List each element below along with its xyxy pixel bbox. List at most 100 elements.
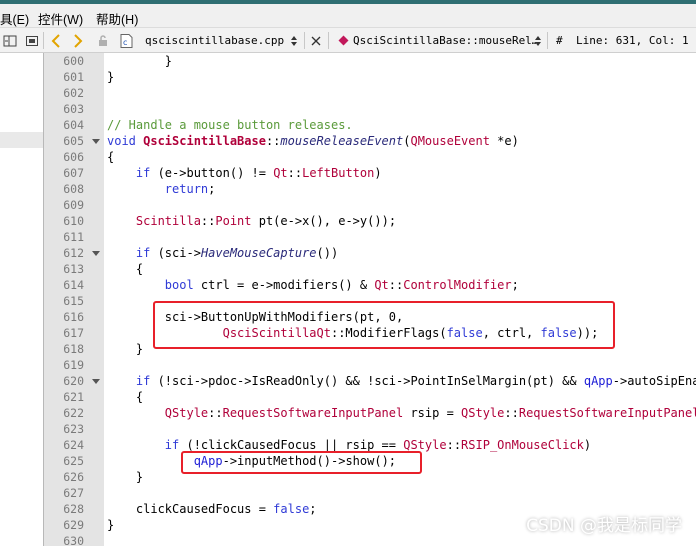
code-token: (!clickCausedFocus || rsip == — [186, 438, 404, 452]
code-token: } — [107, 342, 144, 356]
fold-marker-icon[interactable] — [92, 139, 100, 144]
code-token: IsReadOnly — [251, 374, 324, 388]
code-token: () && !sci-> — [323, 374, 411, 388]
code-token: (e-> — [157, 166, 187, 180]
code-line: return; — [107, 181, 216, 197]
line-number: 615 — [63, 294, 84, 308]
line-number: 600 — [63, 54, 84, 68]
line-number: 627 — [63, 486, 84, 500]
code-token: HaveMouseCapture — [200, 246, 317, 260]
code-token: QsciScintillaBase — [143, 134, 266, 148]
code-token: if — [107, 166, 158, 180]
code-line: bool ctrl = e->modifiers() & Qt::Control… — [107, 277, 519, 293]
code-token: QStyle — [461, 406, 505, 420]
line-number: 607 — [63, 166, 84, 180]
line-number: 619 — [63, 358, 84, 372]
line-number: 611 — [63, 230, 84, 244]
cpp-file-icon: c — [116, 28, 136, 53]
fold-marker-icon[interactable] — [92, 251, 100, 256]
symbol-function-icon — [335, 28, 351, 53]
highlight-box-buttonup — [153, 301, 615, 349]
line-number: 618 — [63, 342, 84, 356]
code-token: pt(e-> — [258, 214, 303, 228]
line-number: 606 — [63, 150, 84, 164]
code-token: ) — [374, 166, 382, 180]
code-line: { — [107, 149, 114, 165]
panel-icon[interactable] — [22, 28, 42, 53]
code-token: (sci-> — [157, 246, 201, 260]
code-token: (!sci->pdoc-> — [157, 374, 252, 388]
fold-marker-icon[interactable] — [92, 379, 100, 384]
line-number: 613 — [63, 262, 84, 276]
current-symbol-name[interactable]: QsciScintillaBase::mouseRel… — [353, 34, 538, 47]
line-number: 614 — [63, 278, 84, 292]
csdn-watermark: CSDN @我是标同学 — [526, 516, 682, 536]
highlight-box-inputmethod — [181, 451, 422, 474]
symbol-dropdown-updown-icon[interactable] — [531, 28, 545, 53]
left-side-panel — [0, 53, 44, 546]
toolbar-divider — [43, 32, 44, 49]
line-number: 622 — [63, 406, 84, 420]
menu-tools[interactable]: 具(E) — [0, 9, 29, 28]
code-token: { — [107, 390, 144, 404]
code-line: } — [107, 53, 172, 69]
current-file-name[interactable]: qsciscintillabase.cpp — [145, 34, 284, 47]
code-token: } — [107, 470, 144, 484]
code-token: QStyle — [403, 438, 447, 452]
code-token: *e) — [489, 134, 519, 148]
svg-text:c: c — [123, 38, 127, 47]
cursor-position[interactable]: Line: 631, Col: 1 — [576, 34, 689, 47]
close-icon[interactable] — [307, 28, 325, 53]
code-token: :: — [208, 406, 223, 420]
line-number: 604 — [63, 118, 84, 132]
code-token: :: — [287, 166, 303, 180]
code-token: (), e-> — [309, 214, 360, 228]
code-token: RequestSoftwareInputPanel( — [518, 406, 696, 420]
back-arrow-icon[interactable] — [46, 28, 66, 53]
line-number: 610 — [63, 214, 84, 228]
code-token: :: — [504, 406, 519, 420]
lock-icon[interactable] — [94, 28, 112, 53]
toolbar-divider — [304, 32, 305, 49]
menu-widgets[interactable]: 控件(W) — [38, 9, 83, 28]
code-token: Qt — [374, 278, 389, 292]
code-token: void — [107, 134, 144, 148]
code-token: ; — [309, 502, 317, 516]
code-line: if (e->button() != Qt::LeftButton) — [107, 165, 382, 181]
code-token: false — [273, 502, 310, 516]
code-token: // Handle a mouse button releases. — [107, 118, 353, 132]
code-line: if (sci->HaveMouseCapture()) — [107, 245, 338, 261]
code-token: ->autoSipEnab — [612, 374, 696, 388]
code-line: Scintilla::Point pt(e->x(), e->y()); — [107, 213, 396, 229]
code-token: clickCausedFocus = — [107, 502, 274, 516]
forward-arrow-icon[interactable] — [68, 28, 88, 53]
code-token: modifiers — [273, 278, 339, 292]
code-token: { — [107, 150, 115, 164]
code-token: QStyle — [107, 406, 209, 420]
code-token: mouseReleaseEvent — [280, 134, 404, 148]
code-token: (pt) && — [526, 374, 584, 388]
code-token: return — [107, 182, 209, 196]
menu-help[interactable]: 帮助(H) — [96, 9, 138, 28]
code-token: ) — [583, 438, 592, 452]
code-token: button — [186, 166, 230, 180]
code-token: Point — [215, 214, 259, 228]
split-view-icon[interactable] — [0, 28, 20, 53]
code-line: { — [107, 389, 143, 405]
code-token: } — [107, 70, 115, 84]
line-number: 609 — [63, 198, 84, 212]
line-number: 612 — [63, 246, 84, 260]
code-token: QMouseEvent — [410, 134, 490, 148]
code-line: } — [107, 469, 143, 485]
toolbar-divider — [328, 32, 329, 49]
line-number: 621 — [63, 390, 84, 404]
code-line: void QsciScintillaBase::mouseReleaseEven… — [107, 133, 519, 149]
line-number: 603 — [63, 102, 84, 116]
code-token: () != — [229, 166, 274, 180]
code-line: { — [107, 261, 143, 277]
line-number: 620 — [63, 374, 84, 388]
file-dropdown-updown-icon[interactable] — [287, 28, 301, 53]
code-token: () & — [338, 278, 375, 292]
code-token: ; — [511, 278, 519, 292]
line-number: 605 — [63, 134, 84, 148]
